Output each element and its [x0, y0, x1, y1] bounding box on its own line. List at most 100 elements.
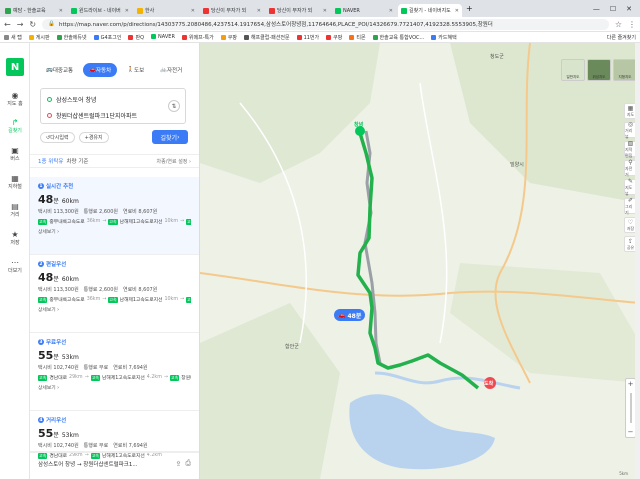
bookmark-item[interactable]: 티몬	[349, 34, 366, 41]
bookmark-label: 11번가	[303, 34, 320, 41]
route-time-badge[interactable]: 🚗 48분	[334, 309, 366, 321]
back-icon[interactable]: ←	[4, 20, 11, 29]
vehicle-type-select[interactable]: 1종 위탁유	[38, 157, 64, 165]
bookmark-favicon-icon	[296, 34, 302, 40]
map-type-3[interactable]: 지형지도	[613, 59, 637, 81]
browser-tab[interactable]: 예담 - 한솔교육 ✕	[2, 4, 66, 17]
sidebar-item-subway[interactable]: ▦ 지하철	[0, 171, 30, 193]
tab-mode-2[interactable]: 🚗 자동차	[83, 63, 118, 77]
taxi-fare: 택시비 113,300원	[38, 287, 79, 293]
bookmark-item[interactable]: 판Q	[128, 34, 144, 41]
bookmark-item[interactable]: 11번가	[296, 34, 320, 41]
route-option[interactable]: 2 편길우선 48분 60km 택시비 113,300원 통행료 2,600원 연료비 8,…	[30, 255, 199, 333]
tab-mode-3[interactable]: 🚶 도보	[121, 63, 150, 77]
road-name: 남해제1고속도로지선	[102, 376, 145, 381]
tab-mode-1[interactable]: 🚌 대중교통	[40, 63, 79, 77]
end-field[interactable]: 창원더샵센트럴파크1단지아파트	[47, 108, 137, 122]
zoom-in-icon[interactable]: +	[628, 380, 634, 388]
route-option[interactable]: 3 무료우선 55분 53km 택시비 102,740원 통행료 무료 연료비 7,694원…	[30, 333, 199, 411]
minimize-icon[interactable]: —	[593, 5, 600, 13]
road-length: 10km	[164, 219, 178, 224]
bookmark-item[interactable]: 쿠팡	[220, 34, 237, 41]
route-time: 48분 60km	[38, 271, 191, 284]
road-badge-icon: 고속	[108, 218, 118, 225]
bookmark-label: NAVER	[158, 33, 175, 40]
menu-icon[interactable]: ⋮	[628, 20, 636, 29]
bookmark-item[interactable]: 카드혜택	[431, 34, 457, 41]
browser-tab[interactable]: NAVER ✕	[332, 4, 396, 17]
bookmark-item[interactable]: G4포그인	[93, 34, 122, 41]
sidebar-item-map-pin[interactable]: ◉ 지도 홈	[0, 88, 30, 110]
tab-close-icon[interactable]: ✕	[455, 8, 459, 14]
swap-icon[interactable]: ⇅	[168, 100, 180, 112]
zoom-out-icon[interactable]: −	[628, 428, 634, 436]
maximize-icon[interactable]: ☐	[610, 5, 616, 13]
find-route-button[interactable]: 길찾기 ›	[152, 130, 188, 144]
bookmark-item[interactable]: 해프클럽-패션전문	[243, 34, 290, 41]
bookmark-item[interactable]: 새 탭	[4, 34, 22, 41]
waypoint-button[interactable]: + 경유지	[78, 132, 109, 143]
bookmark-item[interactable]: 쿠팡	[326, 34, 342, 41]
route-option[interactable]: 1 실시간 추천 48분 60km 택시비 113,300원 통행료 2,600원 연료비 …	[30, 177, 199, 255]
street-icon: ▤	[11, 202, 19, 211]
star-icon[interactable]: ☆	[615, 20, 622, 29]
reload-icon[interactable]: ↻	[29, 20, 36, 29]
map-type-1[interactable]: 일반지도	[561, 59, 585, 81]
route-detail-link[interactable]: 상세보기 ›	[38, 306, 191, 313]
route-minutes: 55	[38, 349, 54, 362]
bookmark-label: 위메프-특가	[188, 34, 214, 41]
sidebar-item-more[interactable]: ⋯ 더보기	[0, 255, 30, 277]
tab-mode-4[interactable]: 🚲 자전거	[154, 63, 188, 77]
tab-favicon-icon	[137, 7, 143, 14]
map-canvas[interactable]: 청도군 밀양시 함안군 창녕 도착 🚗 48분 일반지도 위성지도 지형지도 ▦ 지도…	[200, 43, 640, 479]
tab-close-icon[interactable]: ✕	[257, 8, 261, 14]
route-detail-link[interactable]: 상세보기 ›	[38, 228, 191, 235]
tab-close-icon[interactable]: ✕	[389, 8, 393, 14]
route-option[interactable]: 4 거리우선 55분 53km 택시비 102,740원 통행료 무료 연료비 7,694원…	[30, 411, 199, 459]
browser-tab[interactable]: 당신이 부자가 되 ✕	[266, 4, 330, 17]
forward-icon[interactable]: →	[17, 20, 24, 29]
bookmark-item[interactable]: NAVER	[151, 33, 175, 41]
route-detail-link[interactable]: 상세보기 ›	[38, 384, 191, 391]
page-scrollbar[interactable]	[635, 43, 640, 479]
sidebar-item-directions[interactable]: ↱ 길찾기	[0, 115, 30, 137]
tab-close-icon[interactable]: ✕	[59, 8, 63, 14]
sidebar-item-street[interactable]: ▤ 거리	[0, 199, 30, 221]
other-bookmarks[interactable]: 다른 즐겨찾기	[607, 34, 636, 41]
tab-close-icon[interactable]: ✕	[191, 8, 195, 14]
start-field[interactable]: 삼성스토어 창녕	[47, 92, 97, 106]
browser-tab[interactable]: 당신이 부자가 되 ✕	[200, 4, 264, 17]
close-icon[interactable]: ✕	[626, 5, 632, 13]
bookmark-item[interactable]: 한솔에듀넷	[56, 34, 87, 41]
tab-close-icon[interactable]: ✕	[125, 8, 129, 14]
bookmark-favicon-icon	[431, 34, 437, 40]
tab-close-icon[interactable]: ✕	[323, 8, 327, 14]
naver-logo[interactable]: N	[6, 58, 24, 76]
route-detail-label: 상세보기	[38, 230, 56, 235]
browser-tab[interactable]: 한사 ✕	[134, 4, 198, 17]
star-icon: ★	[11, 230, 19, 239]
map-type-2[interactable]: 위성지도	[587, 59, 611, 81]
bookmark-item[interactable]: 한솔교육 통합VOC...	[372, 34, 424, 41]
url-field[interactable]: 🔒 https://map.naver.com/p/directions/143…	[42, 18, 609, 30]
print-icon[interactable]: ⎙	[185, 459, 191, 468]
browser-tab[interactable]: 길찾기 - 네이버지도 ✕	[398, 4, 462, 17]
new-tab-icon[interactable]: +	[466, 4, 473, 13]
arrow-right-icon: →	[84, 375, 89, 380]
share-icon[interactable]: ⇪	[176, 460, 182, 468]
vehicle-settings-link[interactable]: 차종/연료 설정 ›	[157, 158, 191, 165]
route-time: 48분 60km	[38, 193, 191, 206]
sidebar-item-bus[interactable]: ▣ 버스	[0, 143, 30, 165]
route-minutes: 48	[38, 271, 54, 284]
zoom-slider[interactable]	[629, 393, 632, 423]
waypoint-label: 경유지	[88, 135, 103, 141]
sidebar-item-star[interactable]: ★ 저장	[0, 227, 30, 249]
browser-tab[interactable]: 윈드라이브 - 네이버 ✕	[68, 4, 132, 17]
bookmark-item[interactable]: 위메프-특가	[181, 34, 214, 41]
map-tool-icon: ✎	[627, 177, 634, 185]
reset-button[interactable]: ↺ 다시입력	[40, 132, 75, 143]
tab-favicon-icon	[71, 7, 77, 14]
bookmark-item[interactable]: 게시판	[28, 34, 50, 41]
bookmark-favicon-icon	[349, 34, 355, 40]
bookmark-label: G4포그인	[100, 34, 122, 41]
